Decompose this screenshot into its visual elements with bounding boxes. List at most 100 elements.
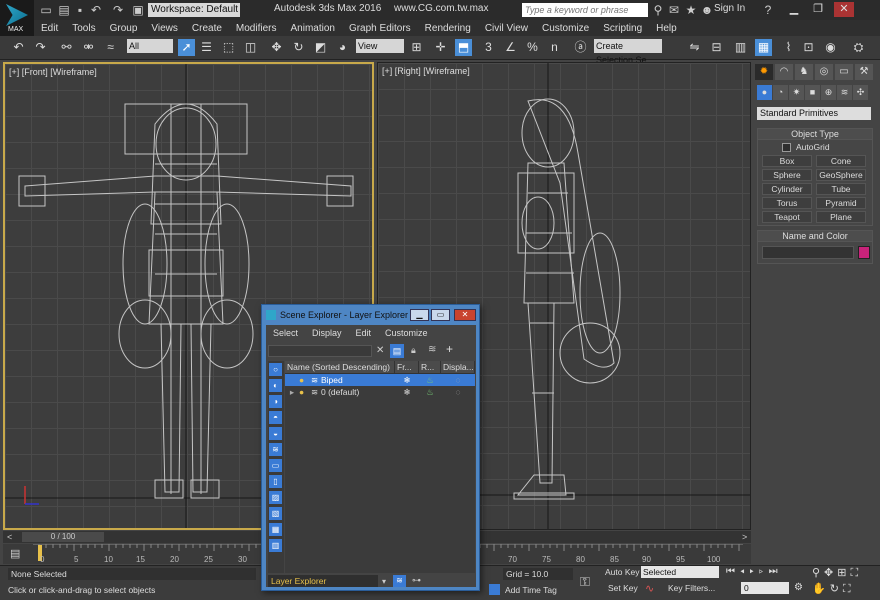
- rectangular-selection-icon[interactable]: ⬚: [220, 39, 237, 56]
- table-row[interactable]: ▸ ● ≋ 0 (default) ❄ ♨ ◌: [285, 386, 475, 398]
- curve-editor-icon[interactable]: ⌇: [780, 39, 797, 56]
- shapes-icon[interactable]: ◔: [773, 85, 788, 100]
- link-icon[interactable]: ⚯: [58, 39, 75, 56]
- helpers-icon[interactable]: ⊕: [821, 85, 836, 100]
- new-layer-icon[interactable]: ≋: [428, 344, 436, 355]
- display-bones-icon[interactable]: ▥: [269, 539, 282, 552]
- key-filters-button[interactable]: Key Filters...: [668, 583, 715, 593]
- sphere-button[interactable]: Sphere: [762, 169, 812, 181]
- sign-in-link[interactable]: Sign In: [714, 3, 745, 14]
- sort-by-layer-icon[interactable]: ≋: [393, 575, 406, 587]
- spinner-snap-icon[interactable]: n: [546, 39, 563, 56]
- named-selection-set-dropdown[interactable]: Create Selection Se: [594, 39, 662, 65]
- layer-light-icon[interactable]: ●: [285, 375, 311, 385]
- select-place-icon[interactable]: ◕: [334, 39, 351, 56]
- project-folder-icon[interactable]: ▣: [130, 2, 146, 18]
- auto-key-button[interactable]: Auto Key: [605, 567, 640, 577]
- bind-space-warp-icon[interactable]: ≈: [102, 39, 119, 56]
- reference-coordinate-dropdown[interactable]: View: [356, 39, 404, 53]
- save-file-icon[interactable]: ▪: [72, 2, 88, 18]
- teapot-button[interactable]: Teapot: [762, 211, 812, 223]
- front-viewport-label[interactable]: [+] [Front] [Wireframe]: [9, 67, 97, 77]
- window-crossing-icon[interactable]: ◫: [242, 39, 259, 56]
- cone-button[interactable]: Cone: [816, 155, 866, 167]
- select-object-icon[interactable]: ➚: [178, 39, 195, 56]
- menu-animation[interactable]: Animation: [283, 23, 341, 34]
- material-editor-icon[interactable]: ◉: [822, 39, 839, 56]
- redo-icon[interactable]: ↷: [110, 2, 126, 18]
- freeze-icon[interactable]: ❄: [395, 387, 419, 398]
- column-frozen[interactable]: Fr...: [395, 361, 419, 373]
- freeze-icon[interactable]: ❄: [395, 375, 419, 386]
- communication-icon[interactable]: ✉: [666, 2, 682, 18]
- box-button[interactable]: Box: [762, 155, 812, 167]
- object-color-swatch[interactable]: [858, 246, 870, 259]
- undo-icon[interactable]: ↶: [88, 2, 104, 18]
- display-lights-icon[interactable]: ≋: [269, 443, 282, 456]
- snaps-toggle-icon[interactable]: 3: [480, 39, 497, 56]
- modify-tab-icon[interactable]: ◠: [775, 64, 793, 80]
- right-viewport-label[interactable]: [+] [Right] [Wireframe]: [382, 66, 470, 76]
- time-next-icon[interactable]: >: [742, 532, 747, 542]
- se-maximize-button[interactable]: ▭: [431, 309, 450, 321]
- viewport-navigation-controls[interactable]: ⚲✥⊞⛶: [812, 566, 862, 580]
- se-menu-select[interactable]: Select: [266, 328, 305, 338]
- se-menu-edit[interactable]: Edit: [349, 328, 379, 338]
- menu-graph-editors[interactable]: Graph Editors: [342, 23, 418, 34]
- select-by-name-icon[interactable]: ☰: [198, 39, 215, 56]
- geosphere-button[interactable]: GeoSphere: [816, 169, 866, 181]
- clear-search-icon[interactable]: ✕: [376, 345, 384, 356]
- name-and-color-header[interactable]: Name and Color: [758, 231, 872, 242]
- autogrid-checkbox[interactable]: [782, 143, 791, 152]
- filter-icon[interactable]: ▤: [390, 344, 404, 358]
- display-geometry-icon[interactable]: ◓: [269, 411, 282, 424]
- display-warps-icon[interactable]: ▨: [269, 491, 282, 504]
- menu-customize[interactable]: Customize: [535, 23, 596, 34]
- sort-by-hierarchy-icon[interactable]: ⊶: [410, 575, 423, 587]
- column-display[interactable]: Displa...: [441, 361, 475, 373]
- display-none-icon[interactable]: ○: [269, 363, 282, 376]
- keyboard-shortcut-override-icon[interactable]: ⬒: [455, 39, 472, 56]
- current-frame-field[interactable]: 0: [741, 582, 789, 594]
- workspace-dropdown[interactable]: Workspace: Default: [148, 3, 240, 17]
- se-search-input[interactable]: [268, 345, 372, 357]
- app-logo-icon[interactable]: MAX: [0, 0, 34, 36]
- time-prev-icon[interactable]: <: [7, 532, 12, 542]
- select-move-icon[interactable]: ✥: [268, 39, 285, 56]
- open-mini-curve-editor-icon[interactable]: ▤: [10, 547, 20, 560]
- systems-icon[interactable]: ✣: [853, 85, 868, 100]
- create-tab-icon[interactable]: ✹: [755, 64, 773, 80]
- menu-modifiers[interactable]: Modifiers: [229, 23, 284, 34]
- display-xrefs-icon[interactable]: ▦: [269, 523, 282, 536]
- select-scale-icon[interactable]: ◩: [312, 39, 329, 56]
- layer-light-icon[interactable]: ●: [299, 387, 311, 397]
- layer-explorer-icon[interactable]: ▥: [732, 39, 749, 56]
- plane-button[interactable]: Plane: [816, 211, 866, 223]
- percent-snap-icon[interactable]: %: [524, 39, 541, 56]
- utilities-tab-icon[interactable]: ⚒: [855, 64, 873, 80]
- render-teapot-icon[interactable]: ♨: [419, 375, 441, 386]
- menu-rendering[interactable]: Rendering: [418, 23, 478, 34]
- torus-button[interactable]: Torus: [762, 197, 812, 209]
- set-key-button[interactable]: Set Key: [608, 583, 638, 593]
- display-invert-icon[interactable]: ◑: [269, 395, 282, 408]
- hierarchy-tab-icon[interactable]: ♞: [795, 64, 813, 80]
- menu-create[interactable]: Create: [185, 23, 229, 34]
- motion-tab-icon[interactable]: ◎: [815, 64, 833, 80]
- display-all-icon[interactable]: ◐: [269, 379, 282, 392]
- mirror-icon[interactable]: ⇋: [686, 39, 703, 56]
- time-slider-thumb[interactable]: 0 / 100: [22, 532, 104, 542]
- key-set-dropdown[interactable]: Selected: [641, 566, 719, 578]
- menu-views[interactable]: Views: [144, 23, 185, 34]
- align-icon[interactable]: ⊟: [708, 39, 725, 56]
- menu-tools[interactable]: Tools: [65, 23, 102, 34]
- playback-controls[interactable]: ⏮◂▸▹⏭: [726, 566, 783, 577]
- undo-tool-icon[interactable]: ↶: [10, 39, 27, 56]
- dropdown-arrow-icon[interactable]: ▾: [378, 577, 390, 586]
- time-configuration-icon[interactable]: ⚙: [794, 582, 803, 593]
- display-cameras-icon[interactable]: ▭: [269, 459, 282, 472]
- object-type-header[interactable]: Object Type: [758, 129, 872, 140]
- se-minimize-button[interactable]: ▁: [410, 309, 429, 321]
- table-row[interactable]: ● ≋ Biped ❄ ♨ ◌: [285, 374, 475, 386]
- user-icon[interactable]: ☻: [699, 2, 715, 18]
